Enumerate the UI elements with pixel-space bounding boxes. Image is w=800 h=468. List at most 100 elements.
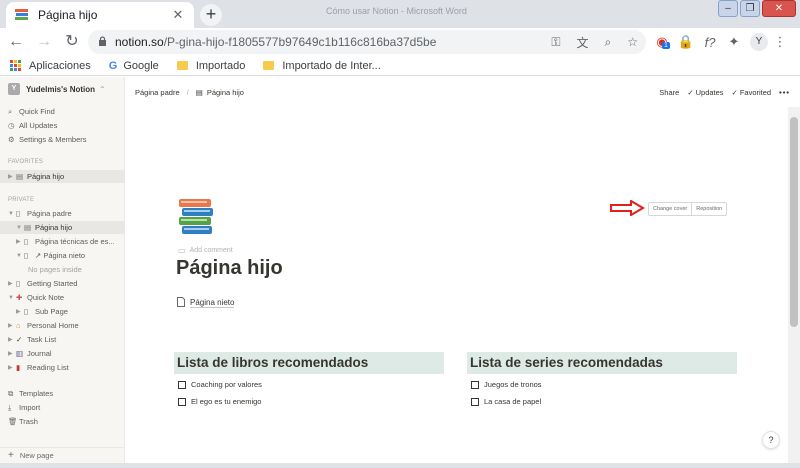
- close-window-button[interactable]: ✕: [762, 0, 796, 17]
- reposition-button[interactable]: Reposition: [691, 203, 726, 215]
- key-icon[interactable]: ⚿: [551, 35, 560, 50]
- breadcrumb-item[interactable]: Página padre: [135, 88, 180, 97]
- sidebar-item-reading-list[interactable]: ▶ ▮ Reading List: [0, 361, 125, 374]
- bookmark-importado[interactable]: Importado: [176, 59, 246, 72]
- translate-icon[interactable]: 文: [576, 34, 588, 51]
- bookmark-apps[interactable]: Aplicaciones: [10, 60, 91, 72]
- sidebar-item-label: Página hijo: [27, 172, 65, 181]
- function-icon[interactable]: f?: [698, 35, 722, 50]
- puzzle-icon[interactable]: ✦: [722, 34, 746, 50]
- sidebar-item-settings[interactable]: ⚙ Settings & Members: [0, 133, 125, 146]
- todo-item[interactable]: El ego es tu enemigo: [178, 397, 261, 406]
- sidebar-item-label: Página hijo: [35, 223, 73, 232]
- avatar[interactable]: Y: [750, 33, 768, 51]
- address-bar[interactable]: notion.so/P-gina-hijo-f1805577b97649c1b1…: [88, 30, 646, 54]
- browser-tab-strip: Página hijo ✕ + Cómo usar Notion - Micro…: [0, 0, 800, 28]
- import-icon: ⤓: [8, 402, 12, 412]
- sidebar: Y Yudelmis's Notion ⌃ ⌕ Quick Find ◷ All…: [0, 77, 125, 468]
- star-icon[interactable]: ☆: [627, 35, 638, 49]
- triangle-down-icon[interactable]: ▼: [8, 295, 16, 301]
- url-text: notion.so/P-gina-hijo-f1805577b97649c1b1…: [115, 35, 543, 49]
- sidebar-item-templates[interactable]: ⧉ Templates: [0, 387, 125, 400]
- zoom-icon[interactable]: ⌕: [605, 35, 612, 50]
- bookmark-label: Importado: [195, 59, 246, 72]
- updates-label: Updates: [695, 88, 724, 97]
- todo-item[interactable]: La casa de papel: [471, 397, 541, 406]
- sidebar-item-task-list[interactable]: ▶ ✓ Task List: [0, 333, 125, 346]
- favorited-button[interactable]: ✓ Favorited: [732, 88, 772, 97]
- new-page-button[interactable]: + New page: [0, 447, 125, 463]
- back-arrow-icon[interactable]: ←: [4, 30, 28, 54]
- sidebar-item-pagina-tecnicas[interactable]: ▶ ▯ Página técnicas de es...: [0, 235, 125, 248]
- triangle-right-icon[interactable]: ▶: [8, 322, 16, 329]
- books-icon: ▤: [195, 87, 203, 97]
- extension-icon[interactable]: 🔒: [674, 34, 698, 50]
- books-icon: [14, 7, 30, 23]
- sidebar-item-label: Import: [19, 403, 41, 412]
- checkbox[interactable]: [471, 397, 479, 406]
- extension-icon[interactable]: ◉1: [650, 34, 674, 50]
- checkbox[interactable]: [178, 397, 186, 406]
- menu-icon[interactable]: ⋮: [768, 34, 792, 50]
- sidebar-item-journal[interactable]: ▶ ▥ Journal: [0, 347, 125, 360]
- add-comment-button[interactable]: ▭ Add comment: [178, 246, 233, 255]
- bookmark-importado-internet[interactable]: Importado de Inter...: [263, 60, 381, 72]
- reload-icon[interactable]: ↻: [60, 30, 84, 54]
- sidebar-item-personal-home[interactable]: ▶ ⌂ Personal Home: [0, 319, 125, 332]
- page-scrollbar[interactable]: [788, 107, 800, 468]
- workspace-switcher[interactable]: Y Yudelmis's Notion ⌃: [8, 83, 106, 95]
- change-cover-button[interactable]: Change cover: [649, 203, 691, 215]
- page-title[interactable]: Página hijo: [176, 257, 283, 280]
- triangle-right-icon[interactable]: ▶: [16, 238, 24, 245]
- new-tab-button[interactable]: +: [200, 4, 222, 26]
- triangle-down-icon[interactable]: ▼: [8, 211, 16, 217]
- bookmark-google[interactable]: G Google: [109, 60, 159, 72]
- sidebar-item-all-updates[interactable]: ◷ All Updates: [0, 119, 125, 132]
- triangle-down-icon[interactable]: ▼: [16, 225, 24, 231]
- subpage-link[interactable]: Página nieto: [177, 297, 235, 309]
- checkbox[interactable]: [178, 380, 186, 389]
- breadcrumb-item[interactable]: Página hijo: [207, 88, 244, 97]
- help-button[interactable]: ?: [762, 431, 780, 449]
- todo-item[interactable]: Coaching por valores: [178, 380, 262, 389]
- minimize-button[interactable]: –: [718, 0, 738, 17]
- forward-arrow-icon[interactable]: →: [32, 30, 56, 54]
- triangle-right-icon[interactable]: ▶: [16, 308, 24, 315]
- sidebar-item-pagina-nieto[interactable]: ▼ ▯ ↗ Página nieto: [0, 249, 125, 262]
- browser-toolbar: ← → ↻ notion.so/P-gina-hijo-f1805577b976…: [0, 28, 800, 56]
- share-button[interactable]: Share: [659, 88, 679, 97]
- triangle-down-icon[interactable]: ▼: [16, 253, 24, 259]
- sidebar-item-quick-find[interactable]: ⌕ Quick Find: [0, 105, 125, 118]
- sidebar-item-quick-note[interactable]: ▼ ✚ Quick Note: [0, 291, 125, 304]
- sidebar-item-getting-started[interactable]: ▶ ▯ Getting Started: [0, 277, 125, 290]
- sidebar-item-pagina-padre[interactable]: ▼ ▯ Página padre: [0, 207, 125, 220]
- checkbox[interactable]: [471, 380, 479, 389]
- scrollbar-thumb[interactable]: [790, 117, 798, 327]
- todo-item[interactable]: Juegos de tronos: [471, 380, 542, 389]
- triangle-right-icon[interactable]: ▶: [8, 173, 16, 180]
- browser-tab[interactable]: Página hijo ✕: [6, 2, 194, 28]
- column-heading-books[interactable]: Lista de libros recomendados: [174, 352, 444, 374]
- updates-button[interactable]: ✓ Updates: [687, 88, 723, 97]
- triangle-right-icon[interactable]: ▶: [8, 364, 16, 371]
- books-icon[interactable]: [176, 197, 216, 237]
- sidebar-item-import[interactable]: ⤓ Import: [0, 401, 125, 414]
- page-topbar: Página padre / ▤ Página hijo Share ✓ Upda…: [126, 77, 800, 107]
- triangle-right-icon[interactable]: ▶: [8, 280, 16, 287]
- triangle-right-icon[interactable]: ▶: [8, 350, 16, 357]
- private-section-title: PRIVATE: [8, 197, 35, 203]
- close-tab-icon[interactable]: ✕: [170, 7, 186, 23]
- triangle-right-icon[interactable]: ▶: [8, 336, 16, 343]
- sidebar-item-pagina-hijo[interactable]: ▼ ▤ Página hijo: [0, 221, 125, 234]
- sidebar-item-label: Sub Page: [35, 307, 68, 316]
- maximize-button[interactable]: ❐: [740, 0, 760, 17]
- sidebar-item-fav-pagina-hijo[interactable]: ▶ ▤ Página hijo: [0, 170, 125, 183]
- url-host: notion.so: [115, 35, 164, 49]
- sidebar-item-label: Página padre: [27, 209, 72, 218]
- sidebar-item-trash[interactable]: 🗑 Trash: [0, 415, 125, 428]
- more-options-icon[interactable]: •••: [779, 88, 790, 97]
- sidebar-item-sub-page[interactable]: ▶ ▯ Sub Page: [0, 305, 125, 318]
- pin-icon: ✚: [16, 293, 23, 302]
- sidebar-item-label: No pages inside: [28, 265, 82, 274]
- column-heading-series[interactable]: Lista de series recomendadas: [467, 352, 737, 374]
